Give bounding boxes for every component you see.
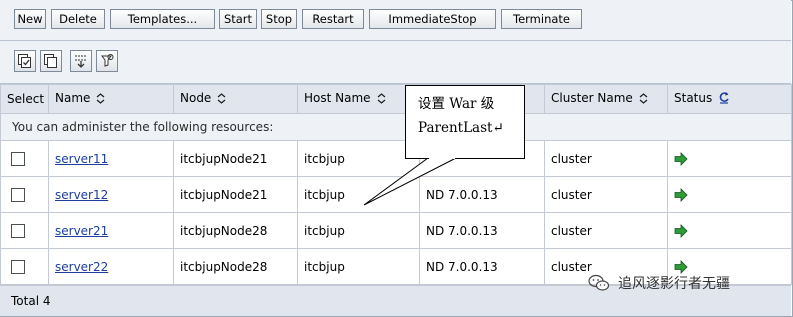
wechat-icon	[588, 274, 610, 291]
watermark-text: 追风逐影行者无疆	[618, 276, 730, 292]
watermark: 追风逐影行者无疆	[588, 269, 730, 297]
